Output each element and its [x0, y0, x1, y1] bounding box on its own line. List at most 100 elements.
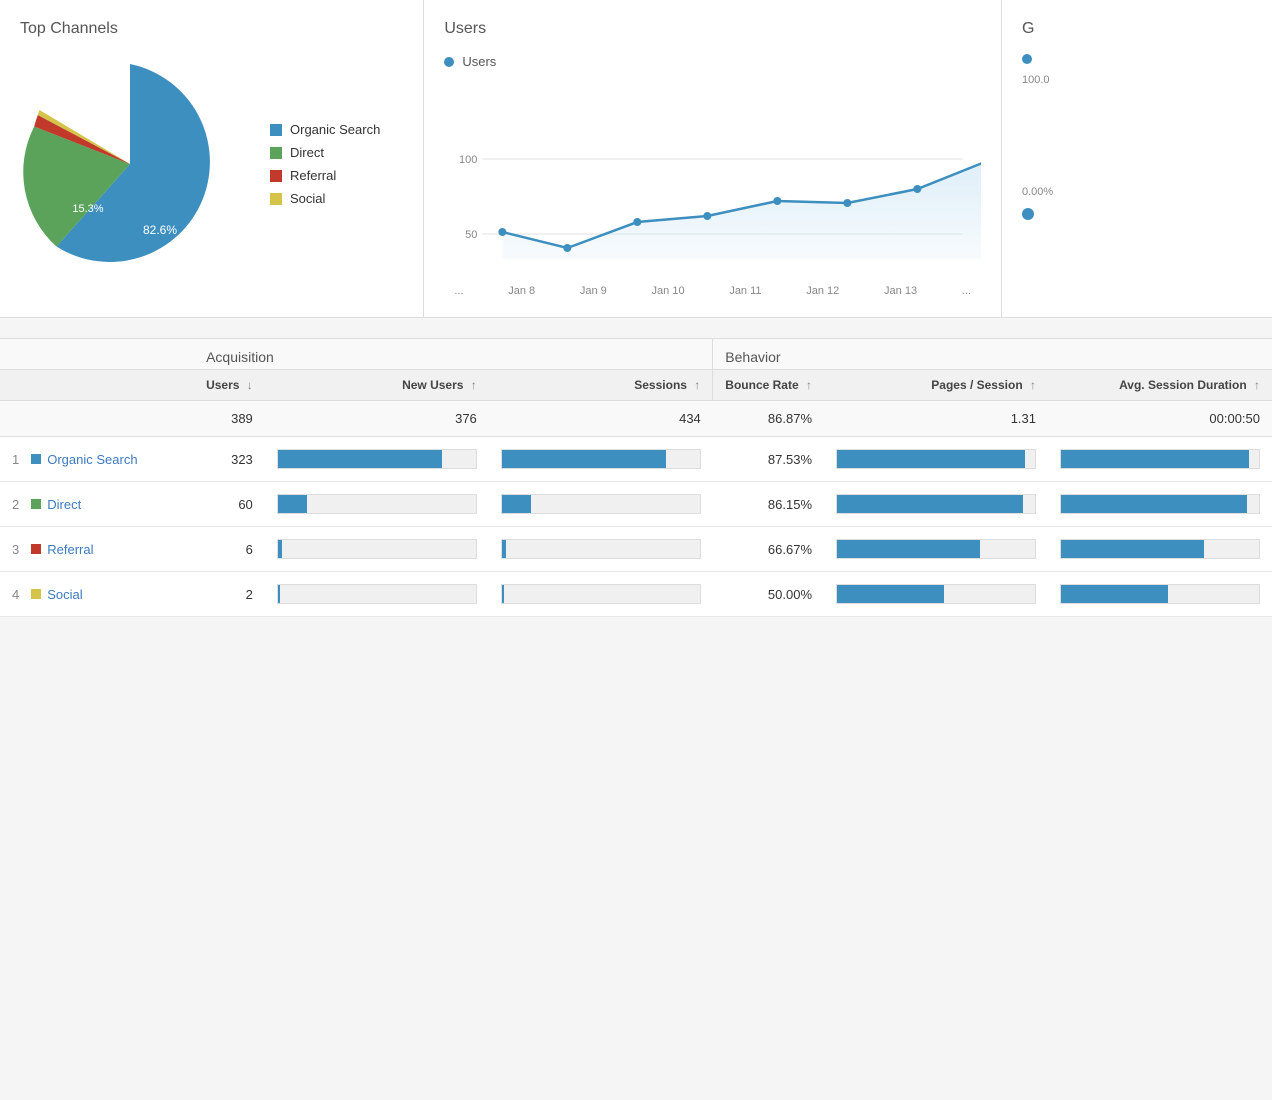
total-users: 389 — [194, 401, 265, 437]
channel-cell-3: 4 Social — [0, 572, 194, 617]
channel-name-3[interactable]: Social — [47, 587, 82, 602]
avg-fill-2 — [1061, 540, 1204, 558]
legend-label-referral: Referral — [290, 168, 336, 183]
bounce-rate-0: 87.53% — [713, 437, 824, 482]
channel-name-2[interactable]: Referral — [47, 542, 93, 557]
legend-color-referral — [270, 170, 282, 182]
col-header-bounce-rate[interactable]: Bounce Rate ↑ — [713, 370, 824, 401]
col-header-new-users[interactable]: New Users ↑ — [265, 370, 489, 401]
sessions-fill-0 — [502, 450, 666, 468]
x-label-2: Jan 9 — [580, 285, 607, 297]
total-sessions: 434 — [489, 401, 713, 437]
legend-label-organic: Organic Search — [290, 122, 380, 137]
channel-label-0: 1 Organic Search — [12, 452, 182, 467]
legend-label-social: Social — [290, 191, 325, 206]
behavior-bar-1 — [836, 494, 1036, 514]
table-row: 4 Social 2 50.00% — [0, 572, 1272, 617]
x-label-6: Jan 13 — [884, 285, 917, 297]
row-num-1: 2 — [12, 497, 19, 512]
pie-label-organic: 82.6% — [143, 223, 177, 237]
channel-cell-0: 1 Organic Search — [0, 437, 194, 482]
bar-container-1 — [277, 494, 477, 514]
users-legend: Users — [444, 54, 981, 69]
group-header-row: Acquisition Behavior — [0, 339, 1272, 370]
sort-arrow-sessions: ↑ — [694, 378, 700, 392]
total-label — [0, 401, 194, 437]
behavior-bar-0 — [836, 449, 1036, 469]
col-header-row: Users ↓ New Users ↑ Sessions ↑ Bounce Ra… — [0, 370, 1272, 401]
avg-bar-2 — [1048, 527, 1272, 572]
bar-fill-1 — [278, 495, 308, 513]
pie-label-direct: 15.3% — [72, 203, 103, 215]
users-value-3: 2 — [194, 572, 265, 617]
pages-bar-0 — [824, 437, 1048, 482]
legend-item-social: Social — [270, 191, 380, 206]
sessions-cell-2 — [489, 527, 713, 572]
sessions-fill-1 — [502, 495, 532, 513]
avg-fill-1 — [1061, 495, 1247, 513]
pages-bar-1 — [824, 482, 1048, 527]
row-num-2: 3 — [12, 542, 19, 557]
channel-color-0 — [31, 454, 41, 464]
svg-text:100: 100 — [459, 154, 477, 166]
sessions-fill-2 — [502, 540, 506, 558]
avg-behavior-bar-3 — [1060, 584, 1260, 604]
total-bounce-rate: 86.87% — [713, 401, 824, 437]
users-chart-area: 100 50 — [444, 79, 981, 279]
third-card-y2: 0.00% — [1022, 186, 1252, 198]
chart-dot-4 — [774, 197, 782, 205]
third-card-y1: 100.0 — [1022, 74, 1252, 86]
svg-text:50: 50 — [465, 229, 477, 241]
behavior-bar-2 — [836, 539, 1036, 559]
third-card-dot — [1022, 54, 1032, 64]
users-card: Users Users 100 50 — [424, 0, 1002, 317]
bar-container-2 — [277, 539, 477, 559]
chart-dot-6 — [914, 185, 922, 193]
col-header-sessions[interactable]: Sessions ↑ — [489, 370, 713, 401]
table-row: 1 Organic Search 323 87.53% — [0, 437, 1272, 482]
behavior-bar-3 — [836, 584, 1036, 604]
sort-arrow-users: ↓ — [247, 378, 253, 392]
bounce-rate-1: 86.15% — [713, 482, 824, 527]
users-legend-label: Users — [462, 54, 496, 69]
chart-dot-2 — [634, 218, 642, 226]
sessions-cell-1 — [489, 482, 713, 527]
x-label-4: Jan 11 — [729, 285, 761, 297]
users-value-1: 60 — [194, 482, 265, 527]
behavior-fill-3 — [837, 585, 944, 603]
bar-container-3 — [277, 584, 477, 604]
sessions-bar-1 — [501, 494, 701, 514]
total-pages-session: 1.31 — [824, 401, 1048, 437]
col-header-users[interactable]: Users ↓ — [194, 370, 265, 401]
col-header-pages-session[interactable]: Pages / Session ↑ — [824, 370, 1048, 401]
legend-label-direct: Direct — [290, 145, 324, 160]
table-row: 3 Referral 6 66.67% — [0, 527, 1272, 572]
avg-bar-1 — [1048, 482, 1272, 527]
chart-dot-0 — [499, 228, 507, 236]
data-table: Acquisition Behavior Users ↓ New Users ↑… — [0, 338, 1272, 617]
legend-color-social — [270, 193, 282, 205]
sort-arrow-pages: ↑ — [1030, 378, 1036, 392]
sessions-fill-3 — [502, 585, 504, 603]
channel-name-0[interactable]: Organic Search — [47, 452, 137, 467]
behavior-fill-0 — [837, 450, 1025, 468]
sort-arrow-avg: ↑ — [1254, 378, 1260, 392]
col-header-avg-session[interactable]: Avg. Session Duration ↑ — [1048, 370, 1272, 401]
total-avg-session: 00:00:50 — [1048, 401, 1272, 437]
table-wrapper: Acquisition Behavior Users ↓ New Users ↑… — [0, 338, 1272, 617]
channel-cell-1: 2 Direct — [0, 482, 194, 527]
channel-color-1 — [31, 499, 41, 509]
users-legend-dot — [444, 57, 454, 67]
legend-color-organic — [270, 124, 282, 136]
channel-label-3: 4 Social — [12, 587, 182, 602]
sessions-cell-3 — [489, 572, 713, 617]
total-new-users: 376 — [265, 401, 489, 437]
avg-behavior-bar-2 — [1060, 539, 1260, 559]
avg-fill-0 — [1061, 450, 1249, 468]
new-users-bar-0 — [265, 437, 489, 482]
channel-label-1: 2 Direct — [12, 497, 182, 512]
x-label-1: Jan 8 — [508, 285, 535, 297]
chart-dot-1 — [564, 244, 572, 252]
channel-name-1[interactable]: Direct — [47, 497, 81, 512]
sessions-bar-2 — [501, 539, 701, 559]
